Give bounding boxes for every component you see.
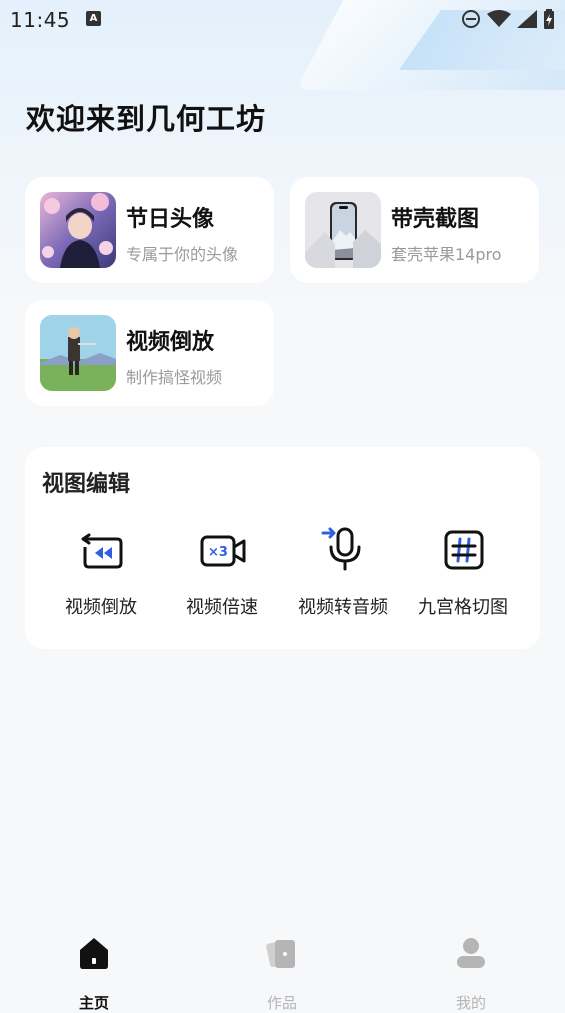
tab-profile[interactable]: 我的 — [426, 936, 516, 1012]
status-icons — [461, 8, 555, 30]
tool-label: 视频倒放 — [65, 597, 137, 618]
card-video-reverse[interactable]: 视频倒放 制作搞怪视频 — [25, 300, 274, 406]
tool-nine-grid[interactable]: 九宫格切图 — [403, 527, 523, 627]
rewind-icon — [81, 533, 123, 569]
card-subtitle: 制作搞怪视频 — [126, 368, 223, 387]
page-title: 欢迎来到几何工坊 — [26, 102, 267, 136]
tool-video-reverse[interactable]: 视频倒放 — [41, 527, 161, 627]
edit-section: 视图编辑 视频倒放 ×3 视频倍速 视频转音频 九宫格切图 — [25, 447, 540, 649]
tool-label: 视频转音频 — [298, 597, 388, 618]
wifi-icon — [487, 10, 511, 27]
card-title: 视频倒放 — [126, 330, 215, 355]
status-bar: 11:45 A — [0, 0, 565, 38]
microphone-icon — [321, 527, 361, 571]
battery-icon — [544, 9, 554, 29]
tab-home[interactable]: 主页 — [49, 936, 139, 1012]
tab-label: 作品 — [266, 994, 297, 1012]
section-title: 视图编辑 — [42, 472, 131, 497]
tool-label: 九宫格切图 — [418, 597, 508, 618]
card-title: 带壳截图 — [391, 207, 480, 232]
do-not-disturb-icon — [462, 10, 480, 28]
profile-icon — [457, 938, 485, 968]
speed-badge: ×3 — [208, 545, 228, 560]
card-subtitle: 套壳苹果14pro — [391, 245, 502, 264]
grid-icon — [444, 530, 484, 570]
card-holiday-avatar[interactable]: 节日头像 专属于你的头像 — [25, 177, 274, 283]
status-time: 11:45 — [10, 8, 71, 32]
holiday-avatar-thumbnail — [40, 192, 116, 268]
signal-icon — [517, 10, 537, 28]
tab-label: 我的 — [455, 994, 486, 1012]
card-shell-screenshot[interactable]: 带壳截图 套壳苹果14pro — [290, 177, 539, 283]
card-subtitle: 专属于你的头像 — [126, 245, 239, 264]
card-title: 节日头像 — [126, 207, 215, 232]
tab-label: 主页 — [78, 994, 109, 1012]
notification-a-icon: A — [86, 11, 101, 26]
tool-video-to-audio[interactable]: 视频转音频 — [283, 527, 403, 627]
home-icon — [80, 938, 108, 969]
speed-camera-icon: ×3 — [200, 535, 246, 567]
bottom-tab-bar: 主页 作品 我的 — [0, 924, 565, 1012]
tool-video-speed[interactable]: ×3 视频倍速 — [162, 527, 282, 627]
works-icon — [266, 940, 295, 968]
video-reverse-thumbnail — [40, 315, 116, 391]
shell-screenshot-thumbnail — [305, 192, 381, 268]
tab-works[interactable]: 作品 — [237, 936, 327, 1012]
tool-label: 视频倍速 — [186, 597, 258, 618]
